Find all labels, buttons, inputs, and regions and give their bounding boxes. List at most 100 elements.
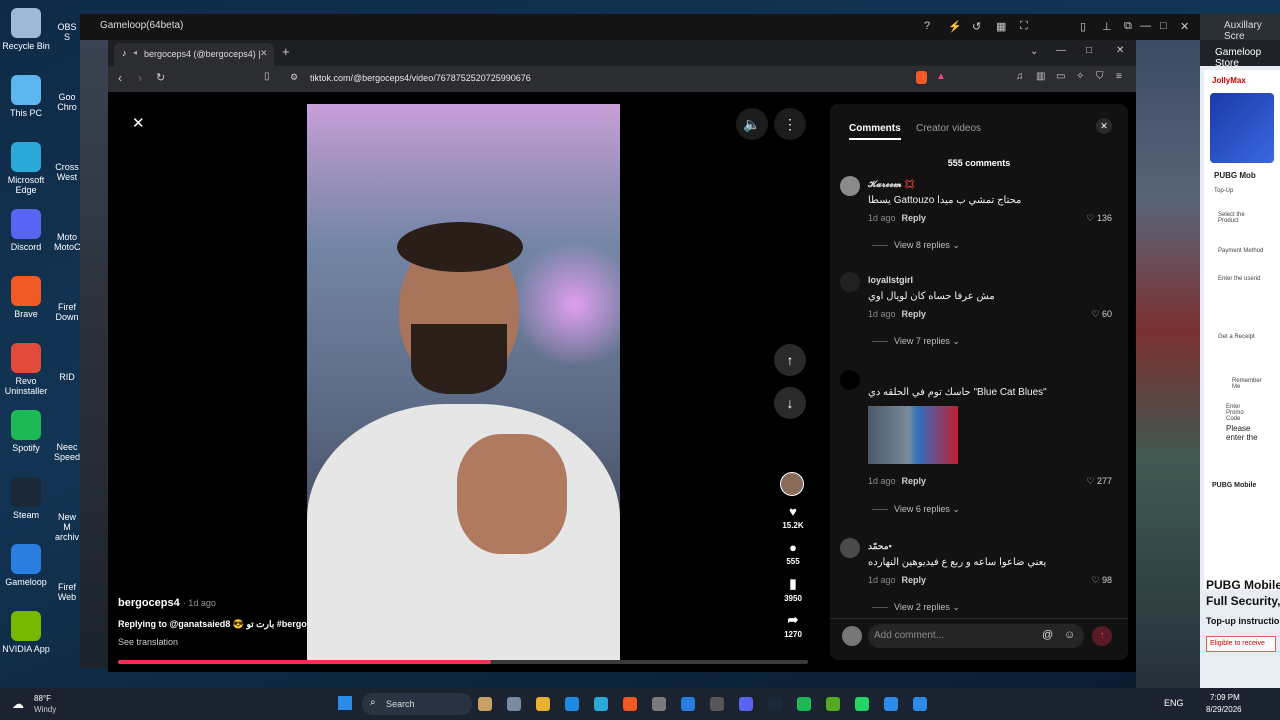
site-info-icon[interactable]: ⚙ — [290, 72, 298, 83]
taskbar-app-icon[interactable] — [768, 697, 782, 711]
clock-time[interactable]: 7:09 PM — [1210, 693, 1240, 702]
creator-avatar[interactable] — [780, 472, 804, 496]
taskbar-app-icon[interactable] — [478, 697, 492, 711]
rp-small2[interactable]: Eligible to receive — [1206, 636, 1276, 652]
forward-icon[interactable]: › — [138, 71, 142, 85]
taskbar-app-icon[interactable] — [565, 697, 579, 711]
desktop-icon[interactable]: Neec Speed — [54, 442, 80, 462]
view-replies-button[interactable]: View 6 replies ⌄ — [872, 504, 960, 515]
extensions-icon[interactable]: ✧ — [1076, 71, 1084, 82]
desktop-icon[interactable]: New M archiv — [54, 512, 80, 542]
comment-likes[interactable]: ♡ 60 — [1091, 309, 1112, 320]
start-icon[interactable] — [338, 696, 352, 710]
sidebar-icon[interactable]: ▥ — [1036, 71, 1045, 82]
progress-bar[interactable] — [118, 660, 808, 664]
reload-icon[interactable]: ↻ — [156, 71, 165, 84]
close-comments-icon[interactable]: ✕ — [1096, 118, 1112, 134]
back-icon[interactable]: ‹ — [118, 71, 122, 85]
view-replies-button[interactable]: View 2 replies ⌄ — [872, 602, 960, 613]
comment-author[interactable]: loyallstgirl — [868, 275, 913, 285]
see-translation-link[interactable]: See translation — [118, 637, 178, 647]
desktop-icon[interactable]: Recycle Bin — [2, 8, 50, 51]
desktop-icon[interactable]: Goo Chro — [54, 92, 80, 112]
menu-icon[interactable]: ≡ — [1116, 71, 1122, 82]
reply-button[interactable]: Reply — [902, 476, 927, 486]
avatar[interactable] — [840, 370, 860, 390]
post-comment-button[interactable]: ↑ — [1092, 626, 1112, 646]
media-icon[interactable]: ♫ — [1016, 71, 1024, 82]
view-replies-button[interactable]: View 7 replies ⌄ — [872, 336, 960, 347]
tab-list-icon[interactable]: ⌄ — [1030, 46, 1038, 57]
wallet-icon[interactable]: ▭ — [1056, 71, 1065, 82]
taskbar-app-icon[interactable] — [884, 697, 898, 711]
like-button[interactable]: ♥ 15.2K — [780, 504, 806, 530]
comment-image[interactable] — [868, 406, 958, 464]
restore-icon[interactable]: ⧉ — [1124, 20, 1132, 33]
desktop-icon[interactable]: Spotify — [2, 410, 50, 453]
comment-input[interactable]: Add comment... — [874, 630, 944, 641]
lang-indicator[interactable]: ENG — [1164, 698, 1184, 708]
desktop-icon[interactable]: This PC — [2, 75, 50, 118]
taskbar-app-icon[interactable] — [652, 697, 666, 711]
tab-comments[interactable]: Comments — [849, 123, 901, 140]
pin-icon[interactable]: ⊥ — [1102, 20, 1112, 33]
new-tab-button[interactable]: + — [282, 44, 290, 59]
reply-button[interactable]: Reply — [902, 213, 927, 223]
taskbar-app-icon[interactable] — [797, 697, 811, 711]
close-icon[interactable]: ✕ — [1116, 45, 1124, 56]
tab-close-icon[interactable]: ✕ — [260, 48, 268, 59]
avatar[interactable] — [840, 176, 860, 196]
desktop-icon[interactable]: Cross West — [54, 162, 80, 182]
taskbar-app-icon[interactable] — [710, 697, 724, 711]
comment-likes[interactable]: ♡ 136 — [1086, 213, 1112, 224]
desktop-icon[interactable]: NVIDIA App — [2, 611, 50, 654]
taskbar-app-icon[interactable] — [507, 697, 521, 711]
search-box[interactable]: ⌕ Search — [362, 693, 472, 715]
close-video-icon[interactable]: ✕ — [132, 114, 145, 132]
taskbar-app-icon[interactable] — [536, 697, 550, 711]
taskbar-app-icon[interactable] — [913, 697, 927, 711]
desktop-icon[interactable]: Microsoft Edge — [2, 142, 50, 195]
comment-author[interactable]: محمّد• — [868, 541, 892, 552]
desktop-icon[interactable]: OBS S — [54, 22, 80, 42]
comment-author[interactable]: 𝓚𝓪𝓻𝓮𝓮𝓶 💢 — [868, 179, 915, 190]
emoji-icon[interactable]: ☺ — [1064, 629, 1075, 641]
bookmark-icon[interactable]: ▯ — [264, 71, 270, 82]
previous-video-button[interactable]: ↑ — [774, 344, 806, 376]
mention-icon[interactable]: @ — [1042, 629, 1053, 641]
layout-icon[interactable]: ▯ — [1080, 20, 1086, 33]
desktop-icon[interactable]: RID — [54, 372, 80, 382]
tab-creator-videos[interactable]: Creator videos — [916, 123, 981, 134]
desktop-icon[interactable]: Steam — [2, 477, 50, 520]
maximize-icon[interactable]: □ — [1160, 20, 1167, 32]
next-video-button[interactable]: ↓ — [774, 387, 806, 419]
desktop-icon[interactable]: Brave — [2, 276, 50, 319]
vpn-icon[interactable]: ⛉ — [1096, 71, 1104, 82]
desktop-icon[interactable]: Discord — [2, 209, 50, 252]
help-icon[interactable]: ? — [924, 20, 930, 32]
url-field[interactable]: tiktok.com/@bergoceps4/video/76787525207… — [310, 73, 531, 83]
video-player[interactable] — [307, 104, 620, 660]
view-replies-button[interactable]: View 8 replies ⌄ — [872, 240, 960, 251]
weather-temp[interactable]: 88°F — [34, 694, 51, 703]
reply-button[interactable]: Reply — [902, 575, 927, 585]
reply-button[interactable]: Reply — [902, 309, 927, 319]
undo-icon[interactable]: ↺ — [972, 20, 981, 33]
tab-tiktok[interactable]: ♪ ◂ bergoceps4 (@bergoceps4) | ✕ — [114, 43, 274, 66]
desktop-icon[interactable]: Firef Web — [54, 582, 80, 602]
maximize-icon[interactable]: □ — [1086, 45, 1092, 56]
avatar[interactable] — [840, 538, 860, 558]
minimize-icon[interactable]: — — [1140, 20, 1151, 32]
save-button[interactable]: ▮ 3950 — [780, 576, 806, 603]
brave-shield-icon[interactable] — [916, 71, 927, 84]
comment-button[interactable]: ● 555 — [780, 540, 806, 566]
desktop-icon[interactable]: Revo Uninstaller — [2, 343, 50, 396]
taskbar-app-icon[interactable] — [623, 697, 637, 711]
fullscreen-icon[interactable]: ⛶ — [1020, 20, 1028, 33]
close-icon[interactable]: ✕ — [1180, 20, 1189, 33]
taskbar-app-icon[interactable] — [594, 697, 608, 711]
comment-likes[interactable]: ♡ 98 — [1091, 575, 1112, 586]
taskbar-app-icon[interactable] — [826, 697, 840, 711]
volume-button[interactable]: 🔈 — [736, 108, 768, 140]
comment-likes[interactable]: ♡ 277 — [1086, 476, 1112, 487]
